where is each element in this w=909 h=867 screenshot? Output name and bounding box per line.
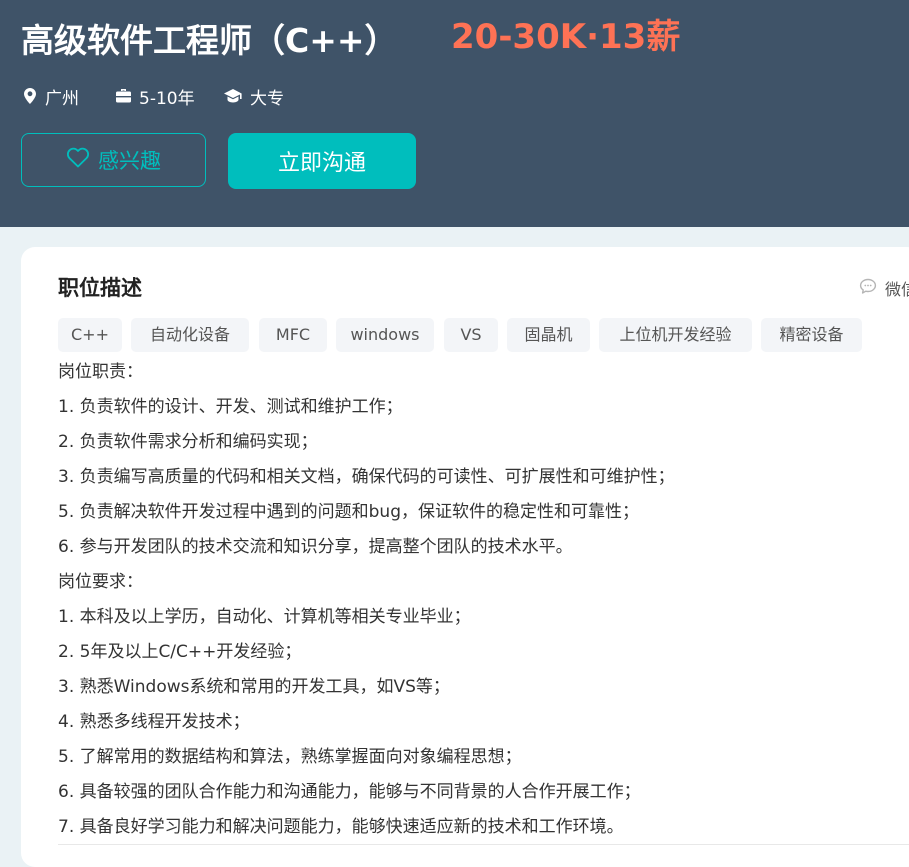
description-line: 7. 具备良好学习能力和解决问题能力，能够快速适应新的技术和工作环境。: [58, 817, 624, 837]
skill-tag[interactable]: 自动化设备: [131, 318, 249, 352]
chat-now-button[interactable]: 立即沟通: [228, 133, 416, 189]
degree-text: 大专: [250, 88, 284, 109]
description-line: 3. 负责编写高质量的代码和相关文档，确保代码的可读性、可扩展性和可维护性；: [58, 467, 675, 487]
description-line: 1. 负责软件的设计、开发、测试和维护工作；: [58, 397, 403, 417]
heart-icon: [66, 147, 98, 173]
job-header: 高级软件工程师（C++） 20-30K·13薪 广州 5-10年 大专 感兴趣 …: [0, 0, 909, 227]
description-line: 3. 熟悉Windows系统和常用的开发工具，如VS等；: [58, 677, 450, 697]
experience-text: 5-10年: [139, 88, 195, 109]
skill-tag[interactable]: windows: [336, 318, 434, 352]
meta-city: 广州: [22, 82, 79, 110]
description-line: 5. 了解常用的数据结构和算法，熟练掌握面向对象编程思想；: [58, 747, 522, 767]
meta-degree: 大专: [223, 82, 284, 110]
meta-experience: 5-10年: [115, 82, 195, 110]
description-line: 2. 负责软件需求分析和编码实现；: [58, 432, 318, 452]
description-line: 5. 负责解决软件开发过程中遇到的问题和bug，保证软件的稳定性和可靠性；: [58, 502, 639, 522]
skill-tag[interactable]: 固晶机: [507, 318, 590, 352]
skill-tag[interactable]: VS: [444, 318, 498, 352]
skill-tag[interactable]: 精密设备: [761, 318, 862, 352]
chat-bubble-icon: [859, 278, 885, 299]
skill-tag[interactable]: C++: [58, 318, 122, 352]
job-description-text: 岗位职责： 1. 负责软件的设计、开发、测试和维护工作； 2. 负责软件需求分析…: [58, 355, 675, 845]
share-label: 微信: [885, 280, 909, 299]
job-title: 高级软件工程师（C++）: [21, 21, 398, 60]
skill-tag[interactable]: 上位机开发经验: [599, 318, 752, 352]
graduation-cap-icon: [223, 88, 250, 104]
interest-label: 感兴趣: [98, 149, 161, 173]
salary: 20-30K·13薪: [451, 17, 681, 57]
section-title: 职位描述: [58, 276, 142, 300]
description-line: 4. 熟悉多线程开发技术；: [58, 712, 250, 732]
divider: [58, 844, 909, 845]
description-line: 1. 本科及以上学历，自动化、计算机等相关专业毕业；: [58, 607, 471, 627]
description-line: 2. 5年及以上C/C++开发经验；: [58, 642, 302, 662]
description-line: 6. 参与开发团队的技术交流和知识分享，提高整个团队的技术水平。: [58, 537, 573, 557]
interest-button[interactable]: 感兴趣: [21, 133, 206, 187]
skill-tag[interactable]: MFC: [259, 318, 327, 352]
briefcase-icon: [115, 88, 139, 104]
location-icon: [22, 87, 45, 105]
description-heading: 岗位要求：: [58, 572, 143, 592]
description-line: 6. 具备较强的团队合作能力和沟通能力，能够与不同背景的人合作开展工作；: [58, 782, 641, 802]
job-description-card: 职位描述 微信 C++ 自动化设备 MFC windows VS 固晶机 上位机…: [21, 247, 909, 867]
wechat-share-button[interactable]: 微信: [859, 275, 909, 301]
description-heading: 岗位职责：: [58, 362, 143, 382]
city-text: 广州: [45, 88, 79, 109]
